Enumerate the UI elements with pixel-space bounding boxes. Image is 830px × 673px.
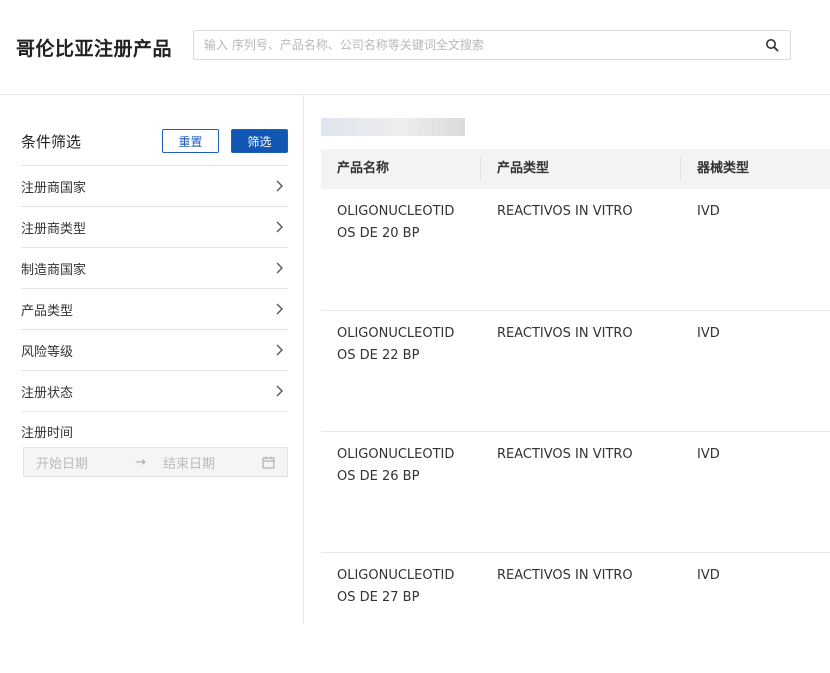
- filter-title: 条件筛选: [21, 133, 82, 151]
- end-date-input[interactable]: 结束日期: [163, 453, 262, 472]
- column-header-device-type: 器械类型: [697, 161, 750, 176]
- cell-product-type: REACTIVOS IN VITRO: [497, 326, 633, 341]
- table-row[interactable]: OLIGONUCLEOTIDOS DE 20 BP REACTIVOS IN V…: [321, 189, 830, 310]
- column-header-product-type: 产品类型: [481, 157, 681, 181]
- chevron-right-icon: [276, 262, 283, 274]
- chevron-right-icon: [276, 303, 283, 315]
- search-input[interactable]: [194, 31, 754, 59]
- page-title: 哥伦比亚注册产品: [16, 38, 173, 60]
- filter-item-label: 产品类型: [21, 303, 74, 319]
- filter-item-label: 注册商类型: [21, 221, 87, 237]
- filter-header: 条件筛选 重置 筛选: [21, 125, 288, 165]
- filter-item-product-type[interactable]: 产品类型: [21, 288, 288, 329]
- results-table: 产品名称 产品类型 器械类型 OLIGONUCLEOTIDOS DE 20 BP…: [321, 149, 830, 673]
- cell-product-name: OLIGONUCLEOTIDOS DE 27 BP: [337, 568, 455, 605]
- cell-device-type: IVD: [697, 447, 720, 462]
- filter-item-label: 注册状态: [21, 385, 74, 401]
- filter-item-label: 制造商国家: [21, 262, 87, 278]
- range-arrow-icon: →: [135, 454, 147, 470]
- filter-button[interactable]: 筛选: [231, 129, 288, 153]
- table-row[interactable]: OLIGONUCLEOTIDOS DE 27 BP REACTIVOS IN V…: [321, 552, 830, 673]
- cell-product-type: REACTIVOS IN VITRO: [497, 568, 633, 583]
- filter-item-registrant-country[interactable]: 注册商国家: [21, 165, 288, 206]
- filter-list: 注册商国家 注册商类型 制造商国家 产品类型 风险等级 注册状态 注册时间 开始…: [21, 165, 288, 477]
- filter-item-registration-status[interactable]: 注册状态: [21, 370, 288, 411]
- filter-item-risk-level[interactable]: 风险等级: [21, 329, 288, 370]
- table-body: OLIGONUCLEOTIDOS DE 20 BP REACTIVOS IN V…: [321, 189, 830, 673]
- search-icon: [766, 39, 779, 52]
- chevron-right-icon: [276, 180, 283, 192]
- cell-product-type: REACTIVOS IN VITRO: [497, 204, 633, 219]
- cell-product-name: OLIGONUCLEOTIDOS DE 22 BP: [337, 326, 455, 363]
- filter-sidebar: 条件筛选 重置 筛选 注册商国家 注册商类型 制造商国家 产品类型 风险等级 注…: [0, 95, 304, 624]
- date-filter-label: 注册时间: [21, 426, 74, 441]
- chevron-right-icon: [276, 385, 283, 397]
- page-header: 哥伦比亚注册产品: [0, 0, 830, 95]
- cell-device-type: IVD: [697, 326, 720, 341]
- start-date-input[interactable]: 开始日期: [36, 453, 135, 472]
- chevron-right-icon: [276, 344, 283, 356]
- column-header-product-name: 产品名称: [321, 157, 481, 181]
- cell-product-type: REACTIVOS IN VITRO: [497, 447, 633, 462]
- cell-product-name: OLIGONUCLEOTIDOS DE 26 BP: [337, 447, 455, 484]
- blurred-result-count: [321, 118, 465, 136]
- cell-device-type: IVD: [697, 204, 720, 219]
- search-box: [193, 30, 791, 60]
- cell-product-name: OLIGONUCLEOTIDOS DE 20 BP: [337, 204, 455, 241]
- filter-item-label: 注册商国家: [21, 180, 87, 196]
- filter-item-registrant-type[interactable]: 注册商类型: [21, 206, 288, 247]
- date-filter: 注册时间 开始日期 → 结束日期: [21, 411, 288, 477]
- date-range-picker[interactable]: 开始日期 → 结束日期: [23, 447, 288, 477]
- cell-device-type: IVD: [697, 568, 720, 583]
- reset-button[interactable]: 重置: [162, 129, 219, 153]
- table-header: 产品名称 产品类型 器械类型: [321, 149, 830, 189]
- table-row[interactable]: OLIGONUCLEOTIDOS DE 22 BP REACTIVOS IN V…: [321, 310, 830, 431]
- filter-item-label: 风险等级: [21, 344, 74, 360]
- results-panel: 产品名称 产品类型 器械类型 OLIGONUCLEOTIDOS DE 20 BP…: [305, 95, 830, 624]
- table-row[interactable]: OLIGONUCLEOTIDOS DE 26 BP REACTIVOS IN V…: [321, 431, 830, 552]
- chevron-right-icon: [276, 221, 283, 233]
- calendar-icon: [262, 456, 275, 468]
- filter-item-manufacturer-country[interactable]: 制造商国家: [21, 247, 288, 288]
- search-button[interactable]: [754, 31, 790, 59]
